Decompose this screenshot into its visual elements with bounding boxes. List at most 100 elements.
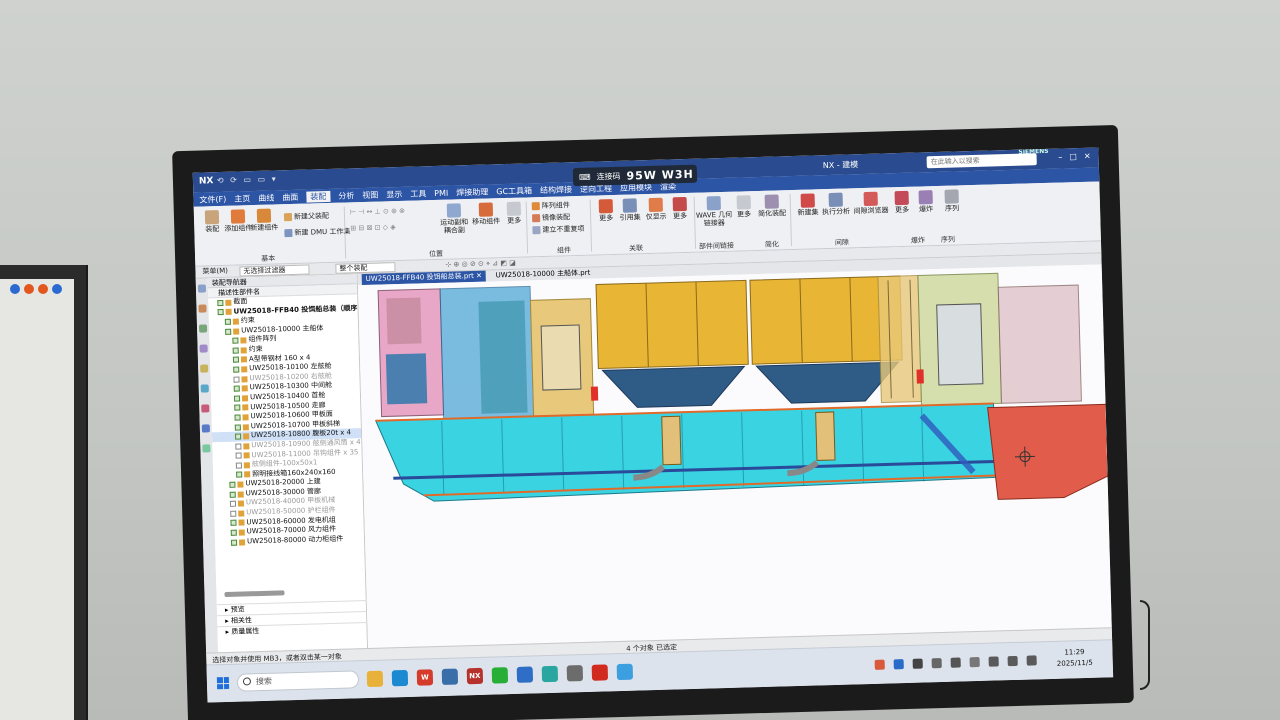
menu-tab[interactable]: 曲线 (258, 192, 274, 203)
command-search-input[interactable]: 在此输入以搜索 (926, 153, 1037, 169)
visibility-checkbox[interactable] (233, 385, 240, 392)
wifi-icon[interactable] (988, 656, 999, 667)
scope-dropdown[interactable]: 整个装配 (335, 262, 396, 274)
visibility-checkbox[interactable] (217, 299, 224, 306)
start-button[interactable] (216, 676, 230, 690)
assoc-more2-button[interactable]: 更多 (664, 196, 697, 222)
constraint-tools-row2[interactable]: ⊞ ⊟ ⊠ ⊡ ◇ ◈ (350, 223, 396, 232)
app-blue-icon[interactable] (516, 666, 534, 683)
tool-icon[interactable] (441, 668, 459, 685)
web-browser-icon[interactable] (200, 384, 209, 393)
part-icon (241, 395, 249, 402)
visibility-checkbox[interactable] (229, 500, 237, 508)
visibility-checkbox[interactable] (232, 347, 239, 354)
roles-icon[interactable] (202, 444, 211, 453)
mirror-assembly-button[interactable]: 镜像装配 (532, 212, 570, 223)
menu-tab[interactable]: 显示 (386, 188, 402, 199)
tree-node-label: 截面 (233, 297, 248, 306)
visibility-checkbox[interactable] (236, 471, 243, 479)
main-menu-button[interactable]: 菜单(M) (199, 267, 231, 278)
tray-app-icon[interactable] (893, 659, 904, 670)
menu-tab[interactable]: 装配 (306, 190, 331, 203)
minimize-button[interactable]: – (1058, 152, 1062, 161)
menu-tab[interactable]: 工具 (410, 188, 426, 199)
menu-tab[interactable]: 主页 (234, 193, 250, 204)
menu-tab[interactable]: 分析 (338, 190, 354, 201)
process-studio-icon[interactable] (201, 424, 210, 433)
run-analysis-button[interactable]: 执行分析 (820, 192, 853, 217)
app-cloud-icon[interactable] (616, 663, 634, 681)
battery-icon[interactable] (1026, 655, 1037, 666)
language-icon[interactable] (950, 657, 961, 668)
history-icon[interactable] (200, 364, 209, 373)
menu-tab[interactable]: 结构焊接 (540, 184, 572, 196)
part-navigator-icon[interactable] (198, 324, 208, 333)
visibility-checkbox[interactable] (234, 424, 241, 431)
assembly-navigator-icon[interactable] (197, 284, 207, 293)
pattern-component-button[interactable]: 阵列组件 (531, 200, 570, 211)
visibility-checkbox[interactable] (217, 309, 224, 316)
menu-tab[interactable]: PMI (434, 188, 448, 197)
visibility-checkbox[interactable] (229, 491, 236, 498)
visibility-checkbox[interactable] (235, 462, 242, 469)
taskbar-search[interactable]: 搜索 (236, 670, 360, 692)
visibility-checkbox[interactable] (230, 529, 237, 536)
visibility-checkbox[interactable] (230, 510, 237, 517)
new-dmu-button[interactable]: 新建 DMU 工作集 (284, 226, 351, 238)
part-icon (242, 404, 249, 411)
quick-access-toolbar[interactable]: ⟲ ⟳ ▭ ▭ ▾ (217, 174, 278, 185)
sequence-button[interactable]: 序列 (935, 189, 968, 214)
make-unique-button[interactable]: 建立不重复项 (532, 224, 585, 235)
menu-tab[interactable]: 曲面 (282, 191, 298, 202)
visibility-checkbox[interactable] (230, 520, 237, 527)
wechat-icon[interactable] (491, 667, 509, 684)
tray-app-icon[interactable] (931, 658, 942, 669)
wps-icon[interactable]: W (416, 669, 434, 686)
file-explorer-icon[interactable] (366, 670, 384, 688)
keyboard-icon[interactable] (969, 656, 980, 668)
visibility-checkbox[interactable] (224, 318, 231, 325)
app-teal-icon[interactable] (541, 665, 559, 683)
visibility-checkbox[interactable] (232, 337, 239, 344)
tray-app-icon[interactable] (912, 658, 923, 669)
visibility-checkbox[interactable] (233, 395, 241, 402)
close-button[interactable]: ✕ (1084, 152, 1091, 161)
snap-tools[interactable]: ⊹ ⊕ ◎ ⊘ ⊙ ⌖ ⊿ ◩ ◪ (445, 259, 516, 270)
visibility-checkbox[interactable] (229, 481, 236, 488)
constraint-tools[interactable]: ⊢ ⊣ ↔ ⊥ ⊙ ⊕ ⊗ (350, 207, 405, 217)
visibility-checkbox[interactable] (235, 443, 242, 450)
type-filter-dropdown[interactable]: 无选择过滤器 (239, 264, 310, 277)
edge-icon[interactable] (391, 669, 409, 687)
visibility-checkbox[interactable] (234, 404, 241, 412)
motion-couple-button[interactable]: 运动副和耦合副 (438, 203, 471, 235)
menu-tab[interactable]: GC工具箱 (496, 185, 532, 197)
taskbar-clock[interactable]: 11:29 2025/11/5 (1056, 647, 1093, 670)
visibility-checkbox[interactable] (233, 376, 240, 383)
visibility-checkbox[interactable] (234, 414, 241, 421)
clearance-browser-button[interactable]: 间隙浏览器 (852, 191, 891, 216)
visibility-checkbox[interactable] (232, 356, 240, 364)
maximize-button[interactable]: □ (1069, 152, 1077, 161)
menu-tab[interactable]: 焊接助理 (456, 186, 488, 198)
horizontal-scrollbar[interactable] (224, 590, 285, 598)
graphics-viewport[interactable] (357, 264, 1112, 649)
tray-app-icon[interactable] (874, 659, 885, 670)
new-component-button[interactable]: 新建组件 (248, 208, 281, 233)
visibility-checkbox[interactable] (235, 433, 242, 440)
visibility-checkbox[interactable] (230, 539, 238, 546)
visibility-checkbox[interactable] (235, 452, 242, 459)
acrobat-icon[interactable] (591, 664, 609, 681)
constraint-navigator-icon[interactable] (198, 304, 207, 313)
system-material-icon[interactable] (201, 404, 210, 413)
visibility-checkbox[interactable] (233, 366, 240, 373)
visibility-checkbox[interactable] (225, 328, 232, 335)
menu-tab[interactable]: 视图 (362, 189, 378, 200)
reuse-library-icon[interactable] (199, 344, 208, 353)
menu-tab[interactable]: 文件(F) (199, 193, 226, 205)
volume-icon[interactable] (1007, 655, 1018, 667)
simplify-assembly-button[interactable]: 简化装配 (756, 194, 789, 219)
remote-connection-badge[interactable]: ⌨ 连接码 95W W3H (572, 164, 698, 187)
new-parent-button[interactable]: 新建父装配 (283, 211, 329, 222)
nx-icon[interactable]: NX (466, 667, 484, 685)
app-star-icon[interactable] (566, 665, 584, 682)
